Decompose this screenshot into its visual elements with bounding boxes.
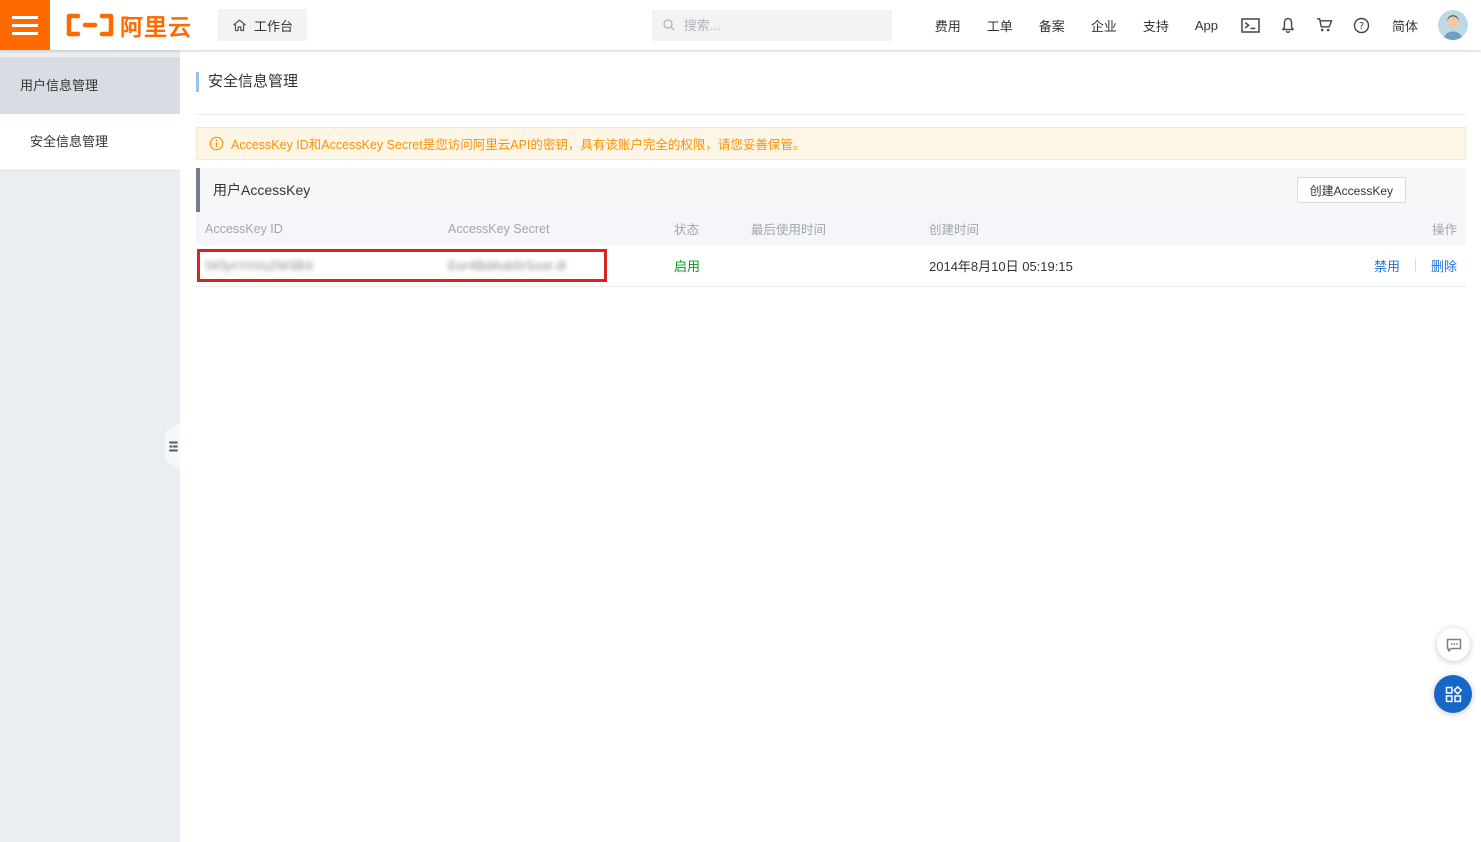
collapse-sidebar-icon bbox=[168, 440, 178, 453]
console-terminal-icon[interactable] bbox=[1231, 18, 1270, 33]
nav-item-app[interactable]: App bbox=[1182, 18, 1231, 33]
global-search bbox=[652, 10, 892, 41]
nav-item-billing[interactable]: 费用 bbox=[922, 16, 974, 35]
shopping-cart-icon[interactable] bbox=[1306, 17, 1343, 33]
column-header-last-used: 最后使用时间 bbox=[751, 219, 929, 238]
aliyun-logo[interactable]: 阿里云 bbox=[64, 8, 192, 42]
chat-bubble-icon bbox=[1445, 636, 1463, 654]
main-content: 安全信息管理 AccessKey ID和AccessKey Secret是您访问… bbox=[180, 50, 1481, 842]
status-cell: 启用 bbox=[674, 256, 751, 275]
sidebar-item-label: 用户信息管理 bbox=[20, 78, 98, 93]
aliyun-logo-icon bbox=[64, 13, 116, 37]
column-header-actions: 操作 bbox=[1326, 219, 1466, 238]
accesskey-secret-value-redacted: Eor4BdAob5rSoxt dl bbox=[448, 258, 566, 273]
nav-item-tickets[interactable]: 工单 bbox=[974, 16, 1026, 35]
language-switch[interactable]: 简体 bbox=[1380, 16, 1430, 35]
quick-apps-button[interactable] bbox=[1434, 675, 1472, 713]
accesskey-secret-cell: Eor4BdAob5rSoxt dl bbox=[448, 258, 674, 273]
sidebar-item-label: 安全信息管理 bbox=[30, 134, 108, 149]
nav-item-icp[interactable]: 备案 bbox=[1026, 16, 1078, 35]
accesskey-table-header: AccessKey ID AccessKey Secret 状态 最后使用时间 … bbox=[196, 212, 1466, 245]
user-accesskey-section-header: 用户AccessKey 创建AccessKey bbox=[196, 168, 1466, 212]
notifications-bell-icon[interactable] bbox=[1270, 17, 1306, 34]
search-icon bbox=[662, 18, 676, 32]
workbench-label: 工作台 bbox=[254, 16, 293, 35]
apps-grid-icon bbox=[1444, 685, 1463, 704]
sidebar-item-user-info-management[interactable]: 用户信息管理 bbox=[0, 57, 180, 114]
hamburger-menu-button[interactable] bbox=[0, 0, 50, 50]
section-title: 用户AccessKey bbox=[196, 180, 310, 200]
workbench-button[interactable]: 工作台 bbox=[218, 9, 307, 41]
column-header-created: 创建时间 bbox=[929, 219, 1326, 238]
top-header: 阿里云 工作台 费用 工单 备案 企业 支持 App ? 简 bbox=[0, 0, 1481, 50]
search-input[interactable] bbox=[684, 18, 882, 33]
delete-accesskey-link[interactable]: 删除 bbox=[1431, 256, 1457, 275]
created-time-cell: 2014年8月10日 05:19:15 bbox=[929, 256, 1326, 275]
sidebar-item-security-info-management[interactable]: 安全信息管理 bbox=[0, 114, 180, 169]
create-accesskey-button[interactable]: 创建AccessKey bbox=[1297, 177, 1406, 203]
aliyun-logo-text: 阿里云 bbox=[120, 8, 192, 42]
accesskey-id-cell: 5KfynYnVu2W3BX bbox=[196, 258, 448, 273]
home-icon bbox=[232, 18, 247, 33]
title-divider bbox=[196, 114, 1466, 115]
disable-accesskey-link[interactable]: 禁用 bbox=[1374, 256, 1400, 275]
sidebar-collapse-handle[interactable] bbox=[165, 422, 180, 470]
status-enabled-badge: 启用 bbox=[674, 259, 700, 274]
nav-item-enterprise[interactable]: 企业 bbox=[1078, 16, 1130, 35]
actions-cell: 禁用 删除 bbox=[1326, 256, 1466, 275]
page-title: 安全信息管理 bbox=[196, 72, 1466, 92]
nav-item-support[interactable]: 支持 bbox=[1130, 16, 1182, 35]
column-header-accesskey-secret: AccessKey Secret bbox=[448, 222, 674, 236]
help-icon[interactable]: ? bbox=[1343, 17, 1380, 34]
accesskey-id-value-redacted: 5KfynYnVu2W3BX bbox=[205, 258, 314, 273]
action-divider bbox=[1415, 259, 1416, 272]
svg-text:?: ? bbox=[1359, 21, 1364, 32]
column-header-status: 状态 bbox=[674, 219, 751, 238]
info-icon bbox=[209, 136, 224, 151]
accesskey-table-row: 5KfynYnVu2W3BX Eor4BdAob5rSoxt dl 启用 201… bbox=[196, 245, 1466, 287]
notice-text: AccessKey ID和AccessKey Secret是您访问阿里云API的… bbox=[231, 134, 805, 153]
accesskey-security-notice: AccessKey ID和AccessKey Secret是您访问阿里云API的… bbox=[196, 127, 1466, 160]
user-avatar[interactable] bbox=[1438, 10, 1468, 40]
sidebar: 用户信息管理 安全信息管理 bbox=[0, 50, 180, 842]
feedback-chat-button[interactable] bbox=[1437, 628, 1470, 661]
column-header-accesskey-id: AccessKey ID bbox=[196, 222, 448, 236]
